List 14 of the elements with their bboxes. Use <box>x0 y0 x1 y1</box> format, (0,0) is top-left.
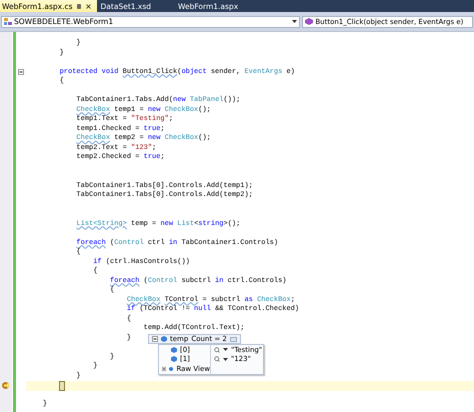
caret-icon[interactable] <box>223 348 228 352</box>
collapse-icon[interactable] <box>152 336 158 342</box>
search-icon[interactable] <box>214 346 220 353</box>
close-icon[interactable] <box>84 2 92 10</box>
text-cursor-icon <box>59 380 65 391</box>
pin-icon[interactable] <box>76 4 81 8</box>
expand-icon[interactable] <box>162 366 166 372</box>
method-icon <box>305 18 314 25</box>
variable-icon <box>161 336 167 342</box>
collapse-icon[interactable] <box>18 69 24 76</box>
caret-icon <box>292 20 298 23</box>
class-icon <box>4 18 12 25</box>
caret-icon[interactable] <box>223 358 228 361</box>
search-icon[interactable] <box>214 356 220 362</box>
